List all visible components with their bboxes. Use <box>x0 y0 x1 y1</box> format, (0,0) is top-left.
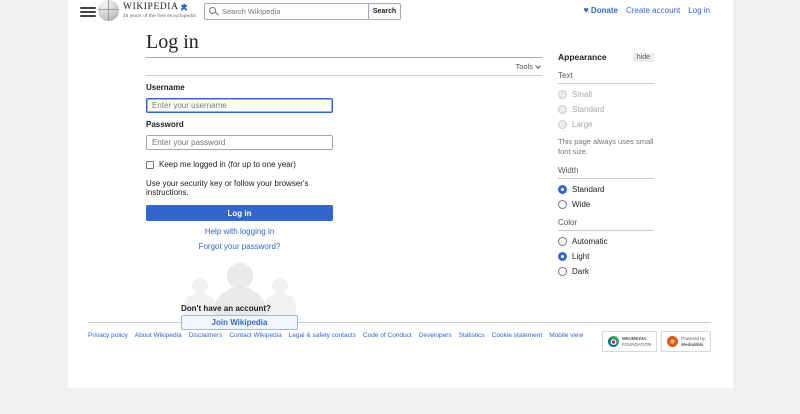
radio-icon <box>558 105 567 114</box>
text-option-small: Small <box>558 90 654 99</box>
forgot-password-link[interactable]: Forgot your password? <box>146 242 333 251</box>
header-user-links: ♥ Donate Create account Log in <box>583 6 710 15</box>
mediawiki-logo-icon <box>667 336 678 347</box>
wikipedia-wordmark: WIKIPEDIA <box>123 3 179 13</box>
footer-link-developers[interactable]: Developers <box>419 332 452 339</box>
chevron-down-icon <box>535 63 541 69</box>
appearance-title: Appearance <box>558 52 607 62</box>
width-option-wide[interactable]: Wide <box>558 200 654 209</box>
login-button[interactable]: Log in <box>146 205 333 221</box>
color-section-label: Color <box>558 218 654 231</box>
tools-label: Tools <box>515 62 533 71</box>
password-label: Password <box>146 120 333 129</box>
search-icon <box>209 7 218 16</box>
footer-link-contact[interactable]: Contact Wikipedia <box>229 332 281 339</box>
page-title: Log in <box>146 31 542 58</box>
text-section-note: This page always uses small font size. <box>558 137 654 157</box>
radio-icon <box>558 90 567 99</box>
footer-link-privacy[interactable]: Privacy policy <box>88 332 128 339</box>
security-key-text: Use your security key or follow your bro… <box>146 179 333 197</box>
page-card: WIKIPEDIA 25 years of the free encyclope… <box>68 0 733 388</box>
hamburger-icon <box>80 7 96 9</box>
appearance-panel: Appearance hide Text Small Standard Larg… <box>558 52 654 276</box>
login-form: Username Password Keep me logged in (for… <box>146 83 333 333</box>
powered-by-mediawiki-badge[interactable]: Powered by MediaWiki <box>661 331 711 352</box>
keep-logged-in-checkbox[interactable] <box>146 161 154 169</box>
appearance-hide-button[interactable]: hide <box>633 53 654 62</box>
keep-logged-in-row[interactable]: Keep me logged in (for up to one year) <box>146 160 333 169</box>
wikimedia-foundation-badge[interactable]: WIKIMEDIA FOUNDATION <box>602 331 657 352</box>
width-section-label: Width <box>558 166 654 179</box>
footer-link-about[interactable]: About Wikipedia <box>135 332 182 339</box>
footer-link-legal[interactable]: Legal & safety contacts <box>289 332 356 339</box>
main-menu-button[interactable] <box>80 4 96 19</box>
puzzle-piece-icon <box>180 3 188 11</box>
footer-link-disclaimers[interactable]: Disclaimers <box>189 332 223 339</box>
wikimedia-logo-icon <box>608 336 619 347</box>
main-content: Log in Tools Username Password Keep me l… <box>146 31 542 333</box>
username-label: Username <box>146 83 333 92</box>
radio-icon[interactable] <box>558 200 567 209</box>
no-account-text: Don't have an account? <box>181 304 271 313</box>
tools-dropdown[interactable]: Tools <box>146 58 542 76</box>
text-option-standard: Standard <box>558 105 654 114</box>
footer-link-mobile-view[interactable]: Mobile view <box>549 332 583 339</box>
keep-logged-in-label: Keep me logged in (for up to one year) <box>159 160 296 169</box>
wikipedia-logo[interactable]: WIKIPEDIA 25 years of the free encyclope… <box>98 0 196 21</box>
text-option-large: Large <box>558 120 654 129</box>
radio-icon <box>558 120 567 129</box>
color-option-light[interactable]: Light <box>558 252 654 261</box>
footer-link-statistics[interactable]: Statistics <box>459 332 485 339</box>
password-field[interactable] <box>146 135 333 150</box>
radio-selected-icon[interactable] <box>558 252 567 261</box>
footer-link-code-of-conduct[interactable]: Code of Conduct <box>363 332 412 339</box>
footer-badges: WIKIMEDIA FOUNDATION Powered by MediaWik… <box>602 331 711 352</box>
help-logging-in-link[interactable]: Help with logging in <box>146 227 333 236</box>
radio-selected-icon[interactable] <box>558 185 567 194</box>
radio-icon[interactable] <box>558 237 567 246</box>
search-button[interactable]: Search <box>368 3 401 20</box>
color-option-dark[interactable]: Dark <box>558 267 654 276</box>
search-input[interactable] <box>222 7 364 16</box>
wikipedia-globe-icon <box>98 0 119 21</box>
search-bar: Search <box>204 3 401 20</box>
radio-icon[interactable] <box>558 267 567 276</box>
footer-link-cookie-statement[interactable]: Cookie statement <box>492 332 543 339</box>
create-account-link[interactable]: Create account <box>626 6 680 15</box>
donate-link[interactable]: ♥ Donate <box>583 6 617 15</box>
heart-icon: ♥ <box>583 6 588 15</box>
text-section-label: Text <box>558 71 654 84</box>
logo-tagline: 25 years of the free encyclopedia <box>123 14 196 19</box>
color-option-automatic[interactable]: Automatic <box>558 237 654 246</box>
width-option-standard[interactable]: Standard <box>558 185 654 194</box>
login-link[interactable]: Log in <box>688 6 710 15</box>
username-field[interactable] <box>146 98 333 113</box>
join-wikipedia-button[interactable]: Join Wikipedia <box>181 315 298 330</box>
